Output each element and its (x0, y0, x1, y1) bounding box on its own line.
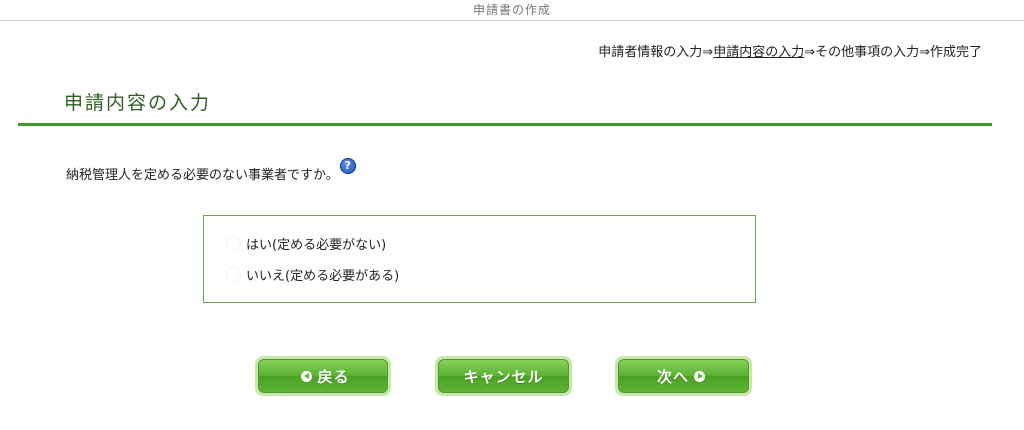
option-no[interactable]: いいえ(定める必要がある) (226, 265, 399, 284)
question-text: 納税管理人を定める必要のない事業者ですか。 (66, 168, 339, 183)
option-yes-label: はい(定める必要がない) (246, 238, 387, 253)
page-title: 申請内容の入力 (64, 92, 212, 114)
help-icon[interactable]: ? (339, 158, 356, 174)
back-button[interactable]: 戻る (255, 356, 391, 396)
option-yes[interactable]: はい(定める必要がない) (226, 234, 386, 253)
next-button[interactable]: 次へ (615, 356, 752, 396)
step-current: 申請内容の入力 (713, 45, 805, 60)
cancel-button-label: キャンセル (463, 367, 544, 386)
cancel-button[interactable]: キャンセル (435, 356, 572, 396)
radio-no[interactable] (226, 267, 241, 282)
step-breadcrumb: 申請者情報の入力⇒申請内容の入力⇒その他事項の入力⇒作成完了 (598, 41, 982, 60)
arrow-left-icon (301, 370, 313, 382)
answer-options-box: はい(定める必要がない) いいえ(定める必要がある) (203, 215, 756, 303)
next-button-label: 次へ (656, 367, 689, 386)
window-title: 申請書の作成 (0, 0, 1024, 21)
back-button-label: 戻る (317, 367, 350, 386)
cancel-button-face[interactable]: キャンセル (438, 359, 569, 393)
step-next: ⇒その他事項の入力⇒作成完了 (804, 45, 982, 60)
back-button-face[interactable]: 戻る (258, 359, 388, 393)
arrow-right-icon (694, 370, 705, 382)
radio-yes[interactable] (226, 236, 241, 251)
question-row: 納税管理人を定める必要のない事業者ですか。 ? (66, 158, 356, 183)
step-previous: 申請者情報の入力⇒ (598, 45, 714, 60)
option-no-label: いいえ(定める必要がある) (246, 269, 400, 284)
heading-divider (18, 123, 992, 126)
next-button-face[interactable]: 次へ (618, 359, 749, 393)
